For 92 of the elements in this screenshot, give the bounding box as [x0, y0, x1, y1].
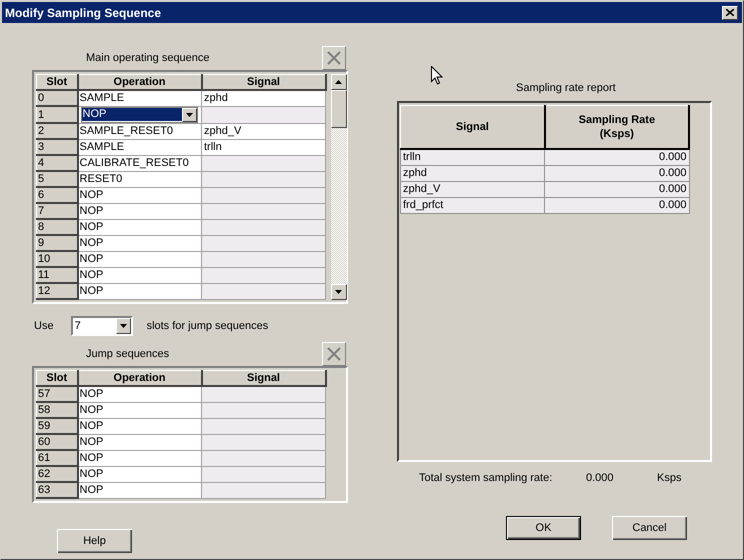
column-header[interactable]: Signal	[202, 370, 326, 386]
scroll-thumb[interactable]	[330, 90, 346, 128]
operation-cell[interactable]: NOP	[78, 434, 202, 450]
signal-cell: zphd_V	[400, 181, 545, 197]
slot-cell: 61	[36, 450, 78, 466]
operation-cell[interactable]: SAMPLE_RESET0	[78, 123, 202, 139]
delete-icon	[327, 347, 341, 361]
operation-cell[interactable]: NOP	[78, 187, 202, 203]
slot-cell: 5	[36, 171, 78, 187]
operation-cell[interactable]: NOP	[78, 482, 202, 498]
column-header[interactable]: Slot	[36, 370, 78, 386]
rate-cell: 0.000	[544, 181, 689, 197]
slot-cell: 62	[36, 466, 78, 482]
slot-cell: 1	[36, 106, 78, 123]
signal-cell[interactable]	[202, 171, 326, 187]
window-title: Modify Sampling Sequence	[5, 6, 162, 20]
slot-count-dropdown[interactable]: 7	[70, 316, 133, 336]
section-label: Main operating sequence	[86, 52, 211, 64]
slot-cell: 2	[36, 123, 78, 139]
signal-cell[interactable]	[202, 203, 326, 219]
signal-cell[interactable]	[202, 235, 326, 251]
slot-cell: 7	[36, 203, 78, 219]
signal-cell: zphd	[400, 165, 545, 181]
total-label: Total system sampling rate:	[419, 472, 554, 486]
signal-cell[interactable]	[202, 219, 326, 235]
signal-cell: frd_prfct	[400, 197, 545, 213]
slot-cell: 10	[36, 251, 78, 267]
slots-label: slots for jump sequences	[146, 320, 268, 332]
slot-cell: 58	[36, 402, 78, 418]
operation-cell[interactable]: SAMPLE	[78, 139, 202, 155]
slot-cell: 59	[36, 418, 78, 434]
signal-cell[interactable]	[202, 402, 326, 418]
section-label: Jump sequences	[86, 348, 170, 360]
signal-cell[interactable]	[202, 251, 326, 267]
signal-cell[interactable]: zphd_V	[202, 123, 326, 139]
operation-cell[interactable]: RESET0	[78, 171, 202, 187]
delete-button[interactable]	[322, 46, 346, 70]
dialog-button[interactable]: Cancel	[612, 516, 687, 540]
operation-cell[interactable]: NOP	[78, 203, 202, 219]
operation-cell[interactable]: CALIBRATE_RESET0	[78, 155, 202, 171]
rate-cell: 0.000	[544, 165, 689, 181]
dialog-button[interactable]: Help	[57, 529, 132, 553]
signal-cell[interactable]	[202, 283, 326, 299]
slot-cell: 9	[36, 235, 78, 251]
signal-cell[interactable]	[202, 450, 326, 466]
column-header[interactable]: Sampling Rate (Ksps)	[544, 106, 689, 148]
signal-cell[interactable]	[202, 267, 326, 283]
signal-cell[interactable]	[202, 482, 326, 498]
scroll-down-icon[interactable]	[335, 290, 342, 294]
signal-cell[interactable]: trlln	[202, 139, 326, 155]
delete-button[interactable]	[322, 342, 346, 366]
signal-cell[interactable]	[202, 187, 326, 203]
column-header[interactable]: Slot	[36, 74, 78, 90]
operation-cell[interactable]: NOP	[78, 283, 202, 299]
operation-cell[interactable]: NOP	[78, 450, 202, 466]
scroll-up-icon[interactable]	[335, 80, 342, 84]
total-value: 0.000	[586, 472, 615, 486]
operation-cell[interactable]: NOP	[78, 402, 202, 418]
slot-cell: 11	[36, 267, 78, 283]
close-icon[interactable]	[726, 9, 734, 16]
slot-cell: 3	[36, 139, 78, 155]
signal-cell[interactable]	[202, 434, 326, 450]
rate-cell: 0.000	[544, 197, 689, 213]
column-header[interactable]: Operation	[78, 370, 202, 386]
signal-cell[interactable]	[202, 418, 326, 434]
scrollbar[interactable]	[330, 74, 346, 300]
operation-cell[interactable]: NOP	[78, 466, 202, 482]
unit-label: Ksps	[657, 472, 682, 486]
operation-cell[interactable]: NOP	[78, 219, 202, 235]
column-header[interactable]: Operation	[78, 74, 202, 90]
signal-cell[interactable]	[202, 155, 326, 171]
cursor-icon	[431, 66, 443, 85]
slot-cell: 8	[36, 219, 78, 235]
use-label: Use	[34, 320, 54, 332]
column-header[interactable]: Signal	[202, 74, 326, 90]
slot-cell: 6	[36, 187, 78, 203]
signal-cell[interactable]	[202, 106, 326, 123]
close-button[interactable]	[722, 6, 738, 20]
slot-cell: 12	[36, 283, 78, 299]
operation-cell[interactable]: NOP	[78, 267, 202, 283]
operation-cell[interactable]: NOP	[78, 418, 202, 434]
operation-cell[interactable]: NOP	[78, 251, 202, 267]
slot-cell: 60	[36, 434, 78, 450]
report-title: Sampling rate report	[516, 82, 617, 94]
slot-cell: 63	[36, 482, 78, 498]
delete-icon	[327, 51, 341, 65]
column-header[interactable]: Signal	[400, 106, 545, 148]
operation-dropdown[interactable]: NOP	[80, 106, 198, 122]
slot-cell: 4	[36, 155, 78, 171]
operation-cell[interactable]: NOP	[78, 235, 202, 251]
dialog-button[interactable]: OK	[506, 516, 581, 540]
signal-cell[interactable]	[202, 466, 326, 482]
